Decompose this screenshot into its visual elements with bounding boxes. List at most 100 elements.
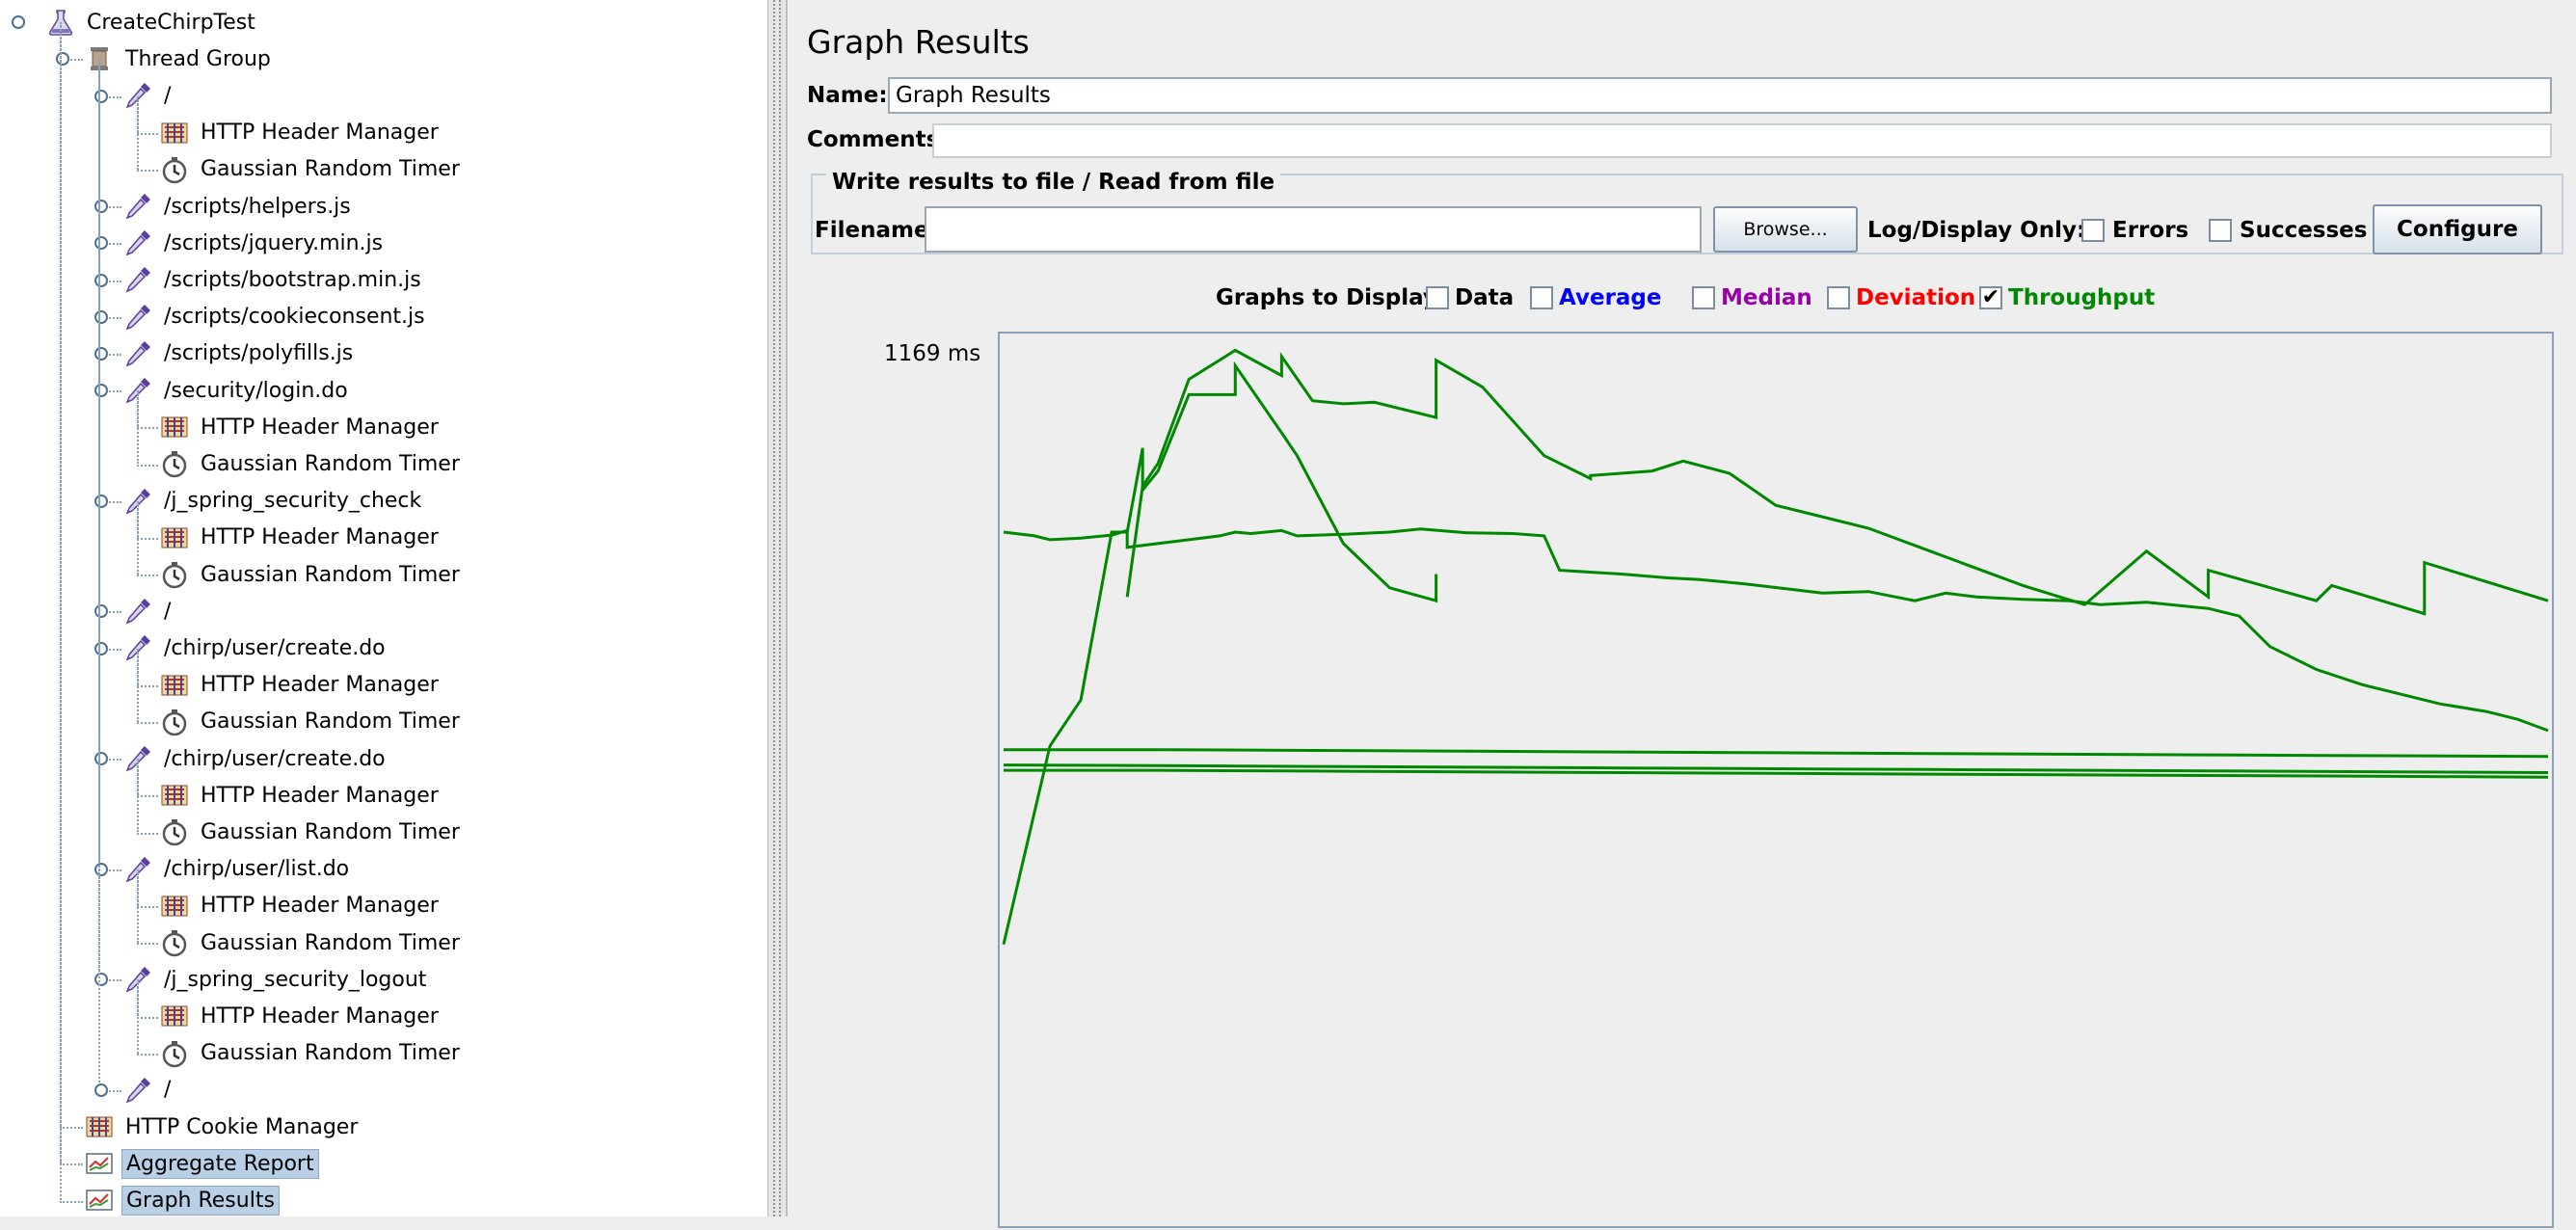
expand-handle-icon[interactable] [94,1083,108,1097]
header-manager-icon [158,1000,191,1032]
successes-checkbox[interactable] [2209,219,2232,242]
graph-option-median-label: Median [1721,285,1812,310]
collapse-handle-icon[interactable] [94,862,108,876]
tree-node-label: /j_spring_security_check [164,489,422,514]
tree-connector [60,22,62,1201]
tree-node[interactable]: CreateChirpTest [44,4,259,40]
tree-connector [137,169,158,172]
tree-node-label: /security/login.do [164,378,348,403]
tree-node-label: Gaussian Random Timer [201,562,460,587]
tree-node[interactable]: /chirp/user/list.do [121,851,353,888]
tree-node[interactable]: Gaussian Random Timer [158,556,464,593]
tree-node[interactable]: /chirp/user/create.do [121,740,389,777]
collapse-handle-icon[interactable] [94,89,108,103]
tree-connector [60,1127,83,1130]
stopwatch-icon [158,816,191,848]
expand-handle-icon[interactable] [94,236,108,251]
header-manager-icon [158,779,191,812]
tree-node[interactable]: HTTP Header Manager [158,998,443,1034]
graph-plot-area [998,332,2554,1228]
tree-node[interactable]: Gaussian Random Timer [158,814,464,850]
graph-option-throughput-label: Throughput [2008,285,2156,310]
graph-option-median-checkbox[interactable] [1692,286,1715,309]
tree-node[interactable]: HTTP Header Manager [158,777,443,814]
tree-node-label: /scripts/cookieconsent.js [164,305,425,330]
tree-connector [60,1163,83,1166]
tree-node-label: Gaussian Random Timer [201,451,460,476]
pipette-icon [121,1074,154,1107]
tree-node[interactable]: Gaussian Random Timer [158,445,464,482]
cookie-manager-icon [83,1110,116,1143]
browse-button[interactable]: Browse... [1713,206,1858,253]
tree-connector [137,759,139,833]
tree-node[interactable]: / [121,1072,174,1109]
tree-connector [137,500,139,575]
tree-node[interactable]: /chirp/user/create.do [121,629,389,666]
collapse-handle-icon[interactable] [12,15,25,30]
tree-node[interactable]: /scripts/helpers.js [121,188,355,225]
tree-node[interactable]: /scripts/bootstrap.min.js [121,261,425,298]
tree-node[interactable]: HTTP Header Manager [158,409,443,445]
errors-checkbox[interactable] [2081,219,2105,242]
name-input[interactable] [888,77,2552,114]
comments-input[interactable] [932,123,2552,158]
tree-connector [137,464,158,467]
tree-node[interactable]: Graph Results [83,1182,280,1217]
tree-node[interactable]: Gaussian Random Timer [158,924,464,961]
expand-handle-icon[interactable] [94,346,108,361]
collapse-handle-icon[interactable] [94,973,108,987]
collapse-handle-icon[interactable] [94,494,108,508]
graph-option-data-checkbox[interactable] [1426,286,1449,309]
tree-node[interactable]: HTTP Header Manager [158,520,443,556]
tree-node-label: /scripts/helpers.js [164,194,351,219]
expand-handle-icon[interactable] [94,604,108,619]
collapse-handle-icon[interactable] [94,384,108,398]
header-manager-icon [158,521,191,554]
tree-node[interactable]: /j_spring_security_check [121,483,425,520]
graph-option-deviation-checkbox[interactable] [1827,286,1850,309]
tree-node-label: CreateChirpTest [87,10,255,35]
tree-node[interactable]: /scripts/polyfills.js [121,335,357,372]
stopwatch-icon [158,447,191,480]
filename-input[interactable] [925,206,1702,253]
tree-node[interactable]: Gaussian Random Timer [158,704,464,740]
collapse-handle-icon[interactable] [94,752,108,766]
tree-node[interactable]: HTTP Cookie Manager [83,1109,362,1145]
tree-node[interactable]: / [121,593,174,629]
configure-button[interactable]: Configure [2373,204,2542,254]
tree-node-label: / [164,1078,172,1103]
tree-connector [137,1016,158,1019]
collapse-handle-icon[interactable] [94,641,108,655]
tree-node[interactable]: HTTP Header Manager [158,667,443,704]
tree-node[interactable]: Gaussian Random Timer [158,1035,464,1072]
graph-option-throughput-checkbox[interactable]: ✔ [1979,286,2002,309]
tree-node[interactable]: /scripts/cookieconsent.js [121,299,429,335]
throughput-series-line [1004,748,2549,759]
tree-node[interactable]: / [121,77,174,114]
tree-node[interactable]: /j_spring_security_logout [121,961,430,998]
pipette-icon [121,301,154,334]
tree-node-label: HTTP Header Manager [201,1003,439,1029]
graphs-to-display-label: Graphs to Display [1216,285,1437,310]
expand-handle-icon[interactable] [94,200,108,214]
graph-option-average-checkbox[interactable] [1530,286,1553,309]
tree-connector [137,832,158,835]
tree-node[interactable]: /security/login.do [121,372,352,409]
tree-node-label: Graph Results [121,1185,280,1216]
tree-node[interactable]: /scripts/jquery.min.js [121,225,387,261]
tree-node[interactable]: Thread Group [83,40,275,77]
test-plan-tree[interactable]: CreateChirpTest Thread Group / HTTP Header … [0,0,768,1217]
expand-handle-icon[interactable] [94,273,108,287]
split-pane-divider[interactable] [767,0,787,1217]
tree-node[interactable]: HTTP Header Manager [158,888,443,924]
collapse-handle-icon[interactable] [56,52,69,67]
tree-connector [60,1200,83,1203]
tree-node[interactable]: Gaussian Random Timer [158,151,464,188]
tree-connector [137,905,158,908]
expand-handle-icon[interactable] [94,309,108,324]
graph-option-average-label: Average [1559,285,1662,310]
pipette-icon [121,227,154,259]
tree-node[interactable]: HTTP Header Manager [158,115,443,151]
tree-node[interactable]: Aggregate Report [83,1145,319,1182]
tree-connector [137,575,158,577]
